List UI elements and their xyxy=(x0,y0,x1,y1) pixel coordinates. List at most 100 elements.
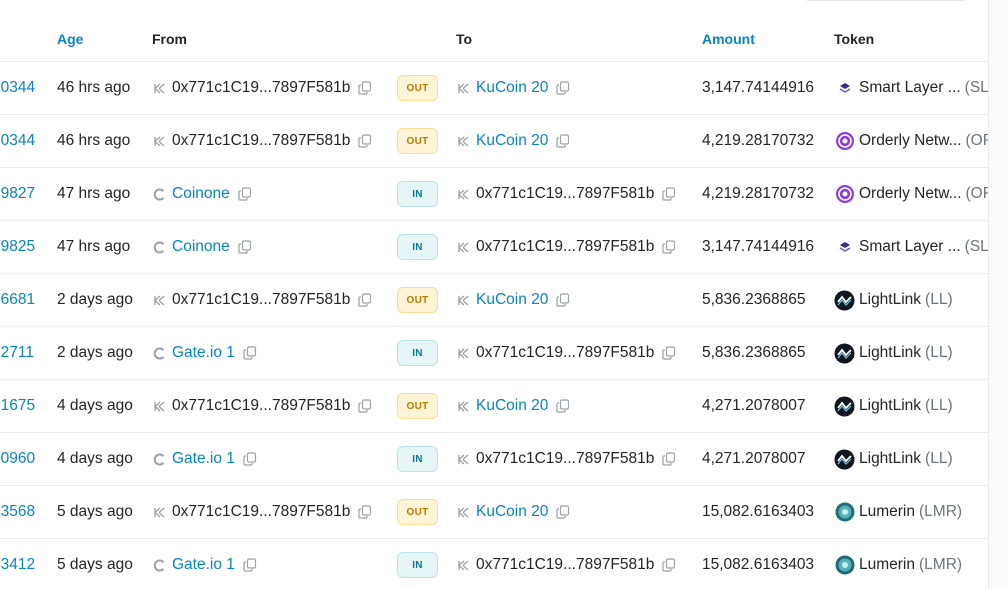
from-cell: 0x771c1C19...7897F581b xyxy=(152,380,372,432)
header-age[interactable]: Age xyxy=(57,31,83,47)
lumerin-icon xyxy=(834,502,855,523)
token-name[interactable]: Smart Layer ... xyxy=(859,238,961,256)
to-cell: KuCoin 20 xyxy=(456,115,570,167)
token-name[interactable]: LightLink xyxy=(859,344,921,362)
block-link[interactable]: 19827 xyxy=(0,185,35,203)
from-address[interactable]: Gate.io 1 xyxy=(172,344,235,362)
from-address[interactable]: Gate.io 1 xyxy=(172,556,235,574)
header-amount[interactable]: Amount xyxy=(702,31,755,47)
token-name[interactable]: Lumerin xyxy=(859,503,915,521)
token-name[interactable]: LightLink xyxy=(859,450,921,468)
block-link[interactable]: 16681 xyxy=(0,291,35,309)
from-address[interactable]: 0x771c1C19...7897F581b xyxy=(172,79,350,97)
token-cell[interactable]: LightLink (LL) xyxy=(834,380,953,432)
contract-icon xyxy=(456,505,470,519)
contract-icon xyxy=(456,452,470,466)
age-cell: 5 days ago xyxy=(57,539,133,589)
direction-cell: OUT xyxy=(397,274,438,326)
token-name[interactable]: LightLink xyxy=(859,397,921,415)
block-link[interactable]: 93412 xyxy=(0,556,35,574)
copy-icon[interactable] xyxy=(556,293,570,307)
to-address[interactable]: KuCoin 20 xyxy=(476,79,548,97)
exchange-icon xyxy=(152,187,166,201)
token-cell[interactable]: Lumerin (LMR) xyxy=(834,486,962,538)
from-address[interactable]: 0x771c1C19...7897F581b xyxy=(172,397,350,415)
smart-layer-icon xyxy=(834,78,855,99)
block-link[interactable]: 19825 xyxy=(0,238,35,256)
to-address[interactable]: 0x771c1C19...7897F581b xyxy=(476,238,654,256)
table-row: 93568 5 days ago 0x771c1C19...7897F581b OUT… xyxy=(0,486,988,539)
to-address[interactable]: 0x771c1C19...7897F581b xyxy=(476,556,654,574)
from-address[interactable]: 0x771c1C19...7897F581b xyxy=(172,503,350,521)
scrollbar[interactable] xyxy=(988,0,1008,589)
token-cell[interactable]: LightLink (LL) xyxy=(834,433,953,485)
to-address[interactable]: KuCoin 20 xyxy=(476,132,548,150)
token-cell[interactable]: Lumerin (LMR) xyxy=(834,539,962,589)
contract-icon xyxy=(456,399,470,413)
to-cell: 0x771c1C19...7897F581b xyxy=(456,168,676,220)
copy-icon[interactable] xyxy=(238,187,252,201)
copy-icon[interactable] xyxy=(358,293,372,307)
token-cell[interactable]: LightLink (LL) xyxy=(834,327,953,379)
exchange-icon xyxy=(152,452,166,466)
copy-icon[interactable] xyxy=(358,81,372,95)
token-name[interactable]: LightLink xyxy=(859,291,921,309)
copy-icon[interactable] xyxy=(243,452,257,466)
copy-icon[interactable] xyxy=(662,346,676,360)
token-cell[interactable]: Orderly Netw...(OR xyxy=(834,168,988,220)
copy-icon[interactable] xyxy=(662,187,676,201)
to-cell: KuCoin 20 xyxy=(456,486,570,538)
to-address[interactable]: 0x771c1C19...7897F581b xyxy=(476,344,654,362)
token-name[interactable]: Smart Layer ... xyxy=(859,79,961,97)
to-address[interactable]: 0x771c1C19...7897F581b xyxy=(476,185,654,203)
token-symbol: (OR xyxy=(965,132,989,149)
copy-icon[interactable] xyxy=(556,505,570,519)
direction-badge: IN xyxy=(397,552,438,578)
token-name[interactable]: Lumerin xyxy=(859,556,915,574)
copy-icon[interactable] xyxy=(243,346,257,360)
from-address[interactable]: 0x771c1C19...7897F581b xyxy=(172,291,350,309)
copy-icon[interactable] xyxy=(358,399,372,413)
table-row: 93412 5 days ago Gate.io 1 IN 0x771c1C19...7… xyxy=(0,539,988,589)
exchange-icon xyxy=(152,558,166,572)
copy-icon[interactable] xyxy=(662,452,676,466)
amount-cell: 15,082.6163403 xyxy=(702,486,814,538)
block-link[interactable]: 12711 xyxy=(0,344,34,362)
direction-cell: IN xyxy=(397,327,438,379)
copy-icon[interactable] xyxy=(556,81,570,95)
copy-icon[interactable] xyxy=(358,505,372,519)
to-address[interactable]: KuCoin 20 xyxy=(476,397,548,415)
copy-icon[interactable] xyxy=(556,134,570,148)
block-link[interactable]: 00960 xyxy=(0,450,35,468)
from-address[interactable]: Coinone xyxy=(172,185,230,203)
token-name[interactable]: Orderly Netw... xyxy=(859,185,962,203)
copy-icon[interactable] xyxy=(358,134,372,148)
block-link[interactable]: 01675 xyxy=(0,397,35,415)
to-address[interactable]: KuCoin 20 xyxy=(476,291,548,309)
direction-cell: IN xyxy=(397,168,438,220)
block-link[interactable]: 20344 xyxy=(0,132,35,150)
token-cell[interactable]: Smart Layer ... (SL xyxy=(834,62,988,114)
token-cell[interactable]: LightLink (LL) xyxy=(834,274,953,326)
block-link[interactable]: 93568 xyxy=(0,503,35,521)
to-address[interactable]: 0x771c1C19...7897F581b xyxy=(476,450,654,468)
from-address[interactable]: 0x771c1C19...7897F581b xyxy=(172,132,350,150)
token-cell[interactable]: Smart Layer ... (SL xyxy=(834,221,988,273)
copy-icon[interactable] xyxy=(238,240,252,254)
orderly-icon xyxy=(834,184,855,205)
block-link[interactable]: 20344 xyxy=(0,79,35,97)
age-cell: 46 hrs ago xyxy=(57,115,130,167)
copy-icon[interactable] xyxy=(243,558,257,572)
copy-icon[interactable] xyxy=(556,399,570,413)
to-address[interactable]: KuCoin 20 xyxy=(476,503,548,521)
token-name[interactable]: Orderly Netw... xyxy=(859,132,962,150)
token-cell[interactable]: Orderly Netw...(OR xyxy=(834,115,988,167)
to-cell: 0x771c1C19...7897F581b xyxy=(456,433,676,485)
copy-icon[interactable] xyxy=(662,558,676,572)
from-address[interactable]: Coinone xyxy=(172,238,230,256)
block-cell: 19825 xyxy=(0,221,35,273)
from-address[interactable]: Gate.io 1 xyxy=(172,450,235,468)
to-cell: 0x771c1C19...7897F581b xyxy=(456,539,676,589)
copy-icon[interactable] xyxy=(662,240,676,254)
from-cell: Coinone xyxy=(152,168,252,220)
